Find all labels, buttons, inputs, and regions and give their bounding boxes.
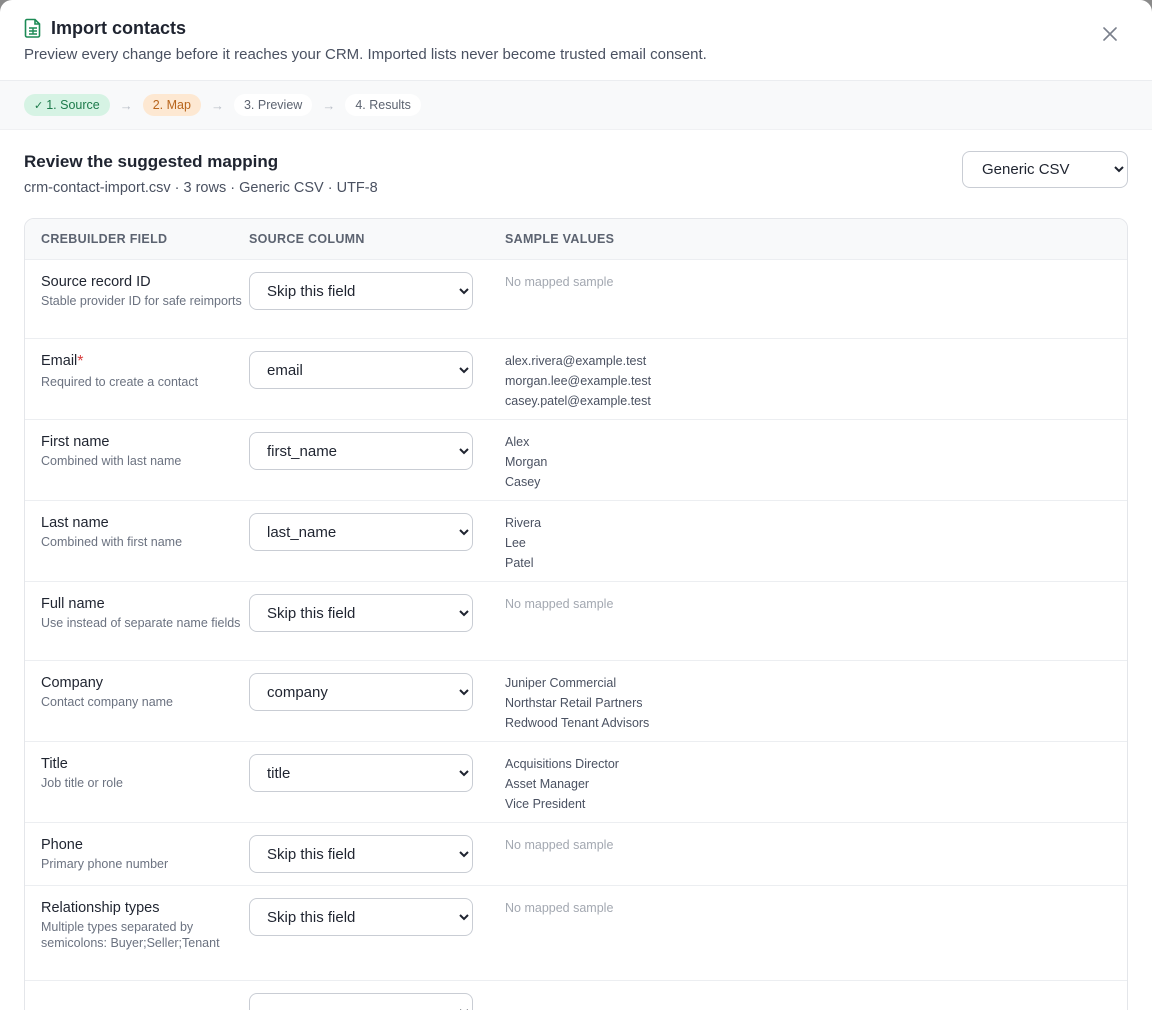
field-name: Source record ID xyxy=(41,274,151,290)
source-column-select[interactable]: company xyxy=(249,673,473,711)
source-column-select[interactable]: Skip this field xyxy=(249,835,473,873)
field-description: Stable provider ID for safe reimports xyxy=(41,294,242,308)
preset-select[interactable]: Generic CSV xyxy=(962,151,1128,188)
table-row: Title Job title or role title Acquisitions … xyxy=(25,741,1127,822)
sample-values: No mapped sample xyxy=(505,898,1127,980)
column-header-field: CREBUILDER FIELD xyxy=(41,232,168,246)
field-name: Full name xyxy=(41,596,105,612)
spreadsheet-icon xyxy=(24,18,42,38)
field-description: Contact company name xyxy=(41,695,174,709)
source-column-select[interactable]: last_name xyxy=(249,513,473,551)
arrow-right-icon: → xyxy=(210,97,224,113)
source-column-select[interactable]: title xyxy=(249,754,473,792)
empty-sample: No mapped sample xyxy=(505,275,614,289)
sample-values: Acquisitions Director Asset Manager Vice P… xyxy=(505,754,1127,822)
source-column-select[interactable]: first_name xyxy=(249,432,473,470)
table-row: Relationship types Multiple types separat… xyxy=(25,885,1127,980)
required-marker: * xyxy=(77,353,84,370)
sample-value: morgan.lee@example.test xyxy=(505,374,652,388)
column-header-source: SOURCE COLUMN xyxy=(249,232,365,246)
field-description: Required to create a contact xyxy=(41,375,199,389)
table-row xyxy=(25,980,1127,1010)
step-map[interactable]: 2. Map xyxy=(142,94,201,116)
mapping-section-header: Review the suggested mapping crm-contact… xyxy=(0,130,1152,218)
table-row: Full name Use instead of separate name fi… xyxy=(25,581,1127,660)
empty-sample: No mapped sample xyxy=(505,901,614,915)
sample-value: Northstar Retail Partners xyxy=(505,696,643,710)
field-description: Primary phone number xyxy=(41,857,169,871)
sample-value: Acquisitions Director xyxy=(505,757,619,771)
step-preview[interactable]: 3. Preview xyxy=(233,94,313,116)
field-name: Last name xyxy=(41,515,109,531)
field-name: Phone xyxy=(41,837,83,853)
sample-values: Juniper Commercial Northstar Retail Partn… xyxy=(505,673,1127,741)
source-column-select[interactable]: email xyxy=(249,351,473,389)
close-button[interactable] xyxy=(1100,24,1120,44)
import-contacts-dialog: Import contacts Preview every change bef… xyxy=(0,0,1152,1010)
dialog-title: Import contacts xyxy=(51,17,187,38)
sample-value: Lee xyxy=(505,536,526,550)
field-name: Email xyxy=(41,353,78,369)
step-source[interactable]: ✓ 1. Source xyxy=(24,94,110,116)
close-icon xyxy=(1103,27,1117,41)
field-description: Job title or role xyxy=(41,776,123,790)
sample-value: Alex xyxy=(505,435,530,449)
table-header: CREBUILDER FIELD SOURCE COLUMN SAMPLE VA… xyxy=(25,219,1127,259)
table-row: Last name Combined with first name last_na… xyxy=(25,500,1127,581)
sample-values: No mapped sample xyxy=(505,835,1127,885)
source-column-select[interactable]: Skip this field xyxy=(249,898,473,936)
table-row: Email * Required to create a contact email… xyxy=(25,338,1127,419)
sample-value: Redwood Tenant Advisors xyxy=(505,716,650,730)
table-row: Source record ID Stable provider ID for s… xyxy=(25,259,1127,338)
arrow-right-icon: → xyxy=(119,97,133,113)
source-column-select[interactable]: Skip this field xyxy=(249,272,473,310)
step-results[interactable]: 4. Results xyxy=(345,94,421,116)
sample-value: Patel xyxy=(505,556,534,570)
mapping-table: CREBUILDER FIELD SOURCE COLUMN SAMPLE VA… xyxy=(24,218,1128,1010)
table-row: First name Combined with last name first_n… xyxy=(25,419,1127,500)
dialog-subtitle: Preview every change before it reaches y… xyxy=(24,46,707,63)
sample-value: Juniper Commercial xyxy=(505,676,617,690)
table-row: Phone Primary phone number Skip this field… xyxy=(25,822,1127,885)
stepper: ✓ 1. Source → 2. Map → 3. Preview → 4. Re… xyxy=(0,80,1152,130)
field-name: Title xyxy=(41,756,68,772)
field-description: Combined with first name xyxy=(41,535,183,549)
check-icon: ✓ xyxy=(34,100,44,112)
field-name: First name xyxy=(41,434,110,450)
source-column-select[interactable] xyxy=(249,993,473,1010)
sample-value: alex.rivera@example.test xyxy=(505,354,647,368)
field-description: Use instead of separate name fields xyxy=(41,616,241,630)
arrow-right-icon: → xyxy=(322,97,336,113)
source-column-select[interactable]: Skip this field xyxy=(249,594,473,632)
sample-value: Morgan xyxy=(505,455,548,469)
sample-values: Rivera Lee Patel xyxy=(505,513,1127,581)
sample-value: Asset Manager xyxy=(505,777,590,791)
column-header-samples: SAMPLE VALUES xyxy=(505,232,615,246)
table-row: Company Contact company name company Junipe… xyxy=(25,660,1127,741)
field-description: Combined with last name xyxy=(41,454,182,468)
sample-values: Alex Morgan Casey xyxy=(505,432,1127,500)
sample-values: alex.rivera@example.test morgan.lee@examp… xyxy=(505,351,1127,419)
dialog-header: Import contacts Preview every change bef… xyxy=(0,0,1152,80)
empty-sample: No mapped sample xyxy=(505,597,614,611)
field-description: Multiple types separated by semicolons: … xyxy=(41,920,220,950)
empty-sample: No mapped sample xyxy=(505,838,614,852)
sample-value: Rivera xyxy=(505,516,542,530)
field-name: Company xyxy=(41,675,104,691)
sample-value: casey.patel@example.test xyxy=(505,394,651,408)
sample-values: No mapped sample xyxy=(505,594,1127,660)
sample-value: Vice President xyxy=(505,797,586,811)
field-name: Relationship types xyxy=(41,900,160,916)
sample-values: No mapped sample xyxy=(505,272,1127,338)
sample-value: Casey xyxy=(505,475,541,489)
